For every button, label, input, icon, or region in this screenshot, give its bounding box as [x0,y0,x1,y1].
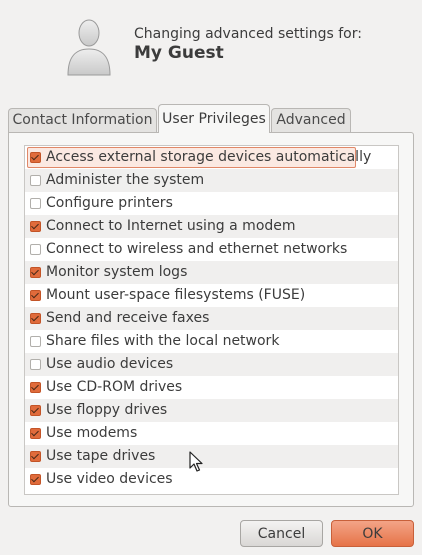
privilege-checkbox[interactable] [30,290,41,301]
privilege-row[interactable]: Connect to Internet using a modem [25,215,398,238]
privilege-row[interactable]: Use floppy drives [25,399,398,422]
user-name: My Guest [134,43,224,63]
privilege-checkbox[interactable] [30,244,41,255]
privilege-row[interactable]: Use video devices [25,468,398,491]
privilege-row[interactable]: Monitor system logs [25,261,398,284]
privilege-row[interactable]: Mount user-space filesystems (FUSE) [25,284,398,307]
privilege-checkbox[interactable] [30,175,41,186]
privilege-checkbox[interactable] [30,313,41,324]
privilege-row[interactable]: Send and receive faxes [25,307,398,330]
privilege-label: Use floppy drives [46,402,168,418]
tab-panel: Access external storage devices automati… [8,132,414,507]
privilege-checkbox[interactable] [30,405,41,416]
privilege-checkbox[interactable] [30,451,41,462]
privilege-label: Use audio devices [46,356,174,372]
ok-button[interactable]: OK [331,520,414,547]
privilege-row[interactable]: Access external storage devices automati… [25,146,398,169]
privilege-label: Monitor system logs [46,264,188,280]
privilege-label: Mount user-space filesystems (FUSE) [46,287,306,303]
dialog-subtitle: Changing advanced settings for: [134,26,362,42]
privilege-row[interactable]: Share files with the local network [25,330,398,353]
privilege-checkbox[interactable] [30,359,41,370]
privilege-checkbox[interactable] [30,382,41,393]
privilege-row[interactable]: Configure printers [25,192,398,215]
privilege-checkbox[interactable] [30,267,41,278]
privilege-row[interactable]: Connect to wireless and ethernet network… [25,238,398,261]
privilege-checkbox[interactable] [30,198,41,209]
privilege-row[interactable]: Use tape drives [25,445,398,468]
dialog-header: Changing advanced settings for: My Guest [0,0,422,100]
tab-user-privileges[interactable]: User Privileges [158,104,270,133]
privileges-list: Access external storage devices automati… [24,145,399,495]
privilege-checkbox[interactable] [30,221,41,232]
privilege-label: Configure printers [46,195,173,211]
user-silhouette-icon [67,19,111,76]
privilege-label: Connect to wireless and ethernet network… [46,241,348,257]
privilege-row[interactable]: Use CD-ROM drives [25,376,398,399]
privilege-checkbox[interactable] [30,336,41,347]
privilege-row[interactable]: Use modems [25,422,398,445]
mouse-pointer-icon [189,451,203,472]
privilege-checkbox[interactable] [30,428,41,439]
privilege-label: Share files with the local network [46,333,280,349]
privilege-row[interactable]: Administer the system [25,169,398,192]
privilege-checkbox[interactable] [30,152,41,163]
privilege-label: Use tape drives [46,448,156,464]
privilege-label: Use CD-ROM drives [46,379,183,395]
privilege-checkbox[interactable] [30,474,41,485]
privilege-label: Access external storage devices automati… [46,149,372,165]
tab-advanced[interactable]: Advanced [271,108,351,132]
privilege-row[interactable]: Use audio devices [25,353,398,376]
privilege-label: Administer the system [46,172,205,188]
privilege-label: Use video devices [46,471,173,487]
tab-contact-information[interactable]: Contact Information [8,108,157,132]
privilege-label: Send and receive faxes [46,310,210,326]
privilege-label: Connect to Internet using a modem [46,218,296,234]
cancel-button[interactable]: Cancel [240,520,323,547]
privilege-label: Use modems [46,425,138,441]
